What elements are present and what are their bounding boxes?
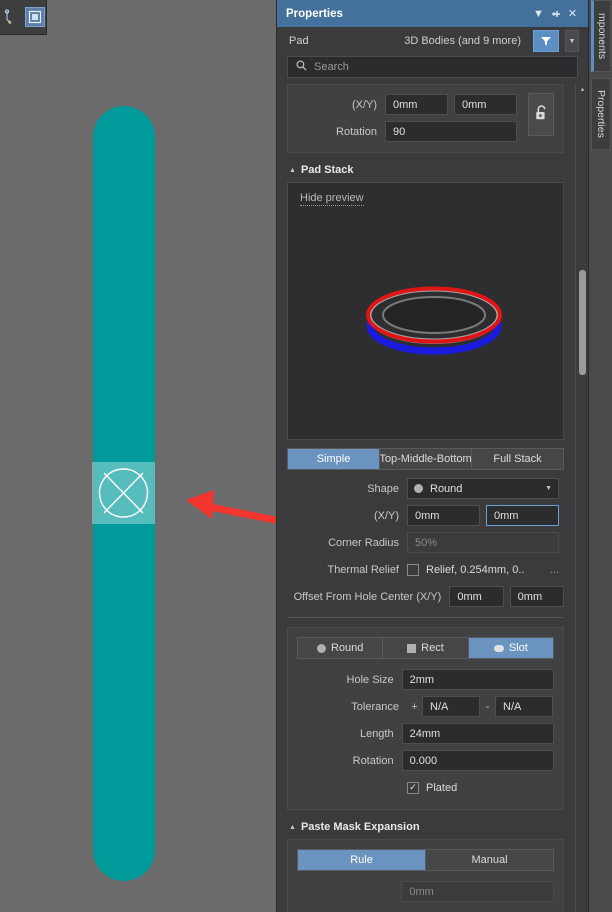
hole-length-label: Length [359,727,394,740]
location-y-input[interactable]: 0mm [454,94,517,115]
measure-icon[interactable] [2,7,22,27]
pcb-canvas[interactable] [0,0,276,912]
thermal-relief-value: Relief, 0.254mm, 0.. [426,563,525,576]
location-x-input[interactable]: 0mm [385,94,448,115]
panel-scrollbar[interactable]: ▲ [575,84,588,912]
filter-button[interactable] [533,30,559,52]
plated-label: Plated [426,781,458,794]
hole-shape-tabs: Round Rect Slot [297,637,554,659]
toolbar-fragment [0,0,47,35]
place-view-icon[interactable] [25,7,45,27]
scrollbar-thumb[interactable] [579,270,586,375]
pad-stack-section-header[interactable]: ▲ Pad Stack [277,161,574,182]
right-tab-strip: mponents Properties [588,0,612,912]
collapse-triangle-icon: ▲ [289,166,296,174]
tab-hole-rect[interactable]: Rect [383,638,469,658]
offset-y-input[interactable]: 0mm [509,586,565,607]
shape-label: Shape [367,482,399,495]
paste-mask-group: Rule Manual 0mm [287,839,564,912]
search-row [277,55,588,84]
tab-hole-rect-label: Rect [421,642,444,654]
paste-mask-section-header[interactable]: ▲ Paste Mask Expansion [277,818,574,839]
tolerance-label: Tolerance [351,700,399,713]
close-icon[interactable]: ✕ [564,5,581,22]
shape-select[interactable]: Round ▼ [407,478,559,499]
filter-summary-label: 3D Bodies (and 9 more) [404,35,521,47]
properties-panel: Properties ▼ ✕ Pad 3D Bodies (and 9 more… [276,0,588,912]
tolerance-minus-input[interactable]: N/A [495,696,553,717]
thermal-relief-label: Thermal Relief [327,563,399,576]
tab-hole-slot-label: Slot [508,642,528,654]
search-input[interactable] [314,61,569,73]
hole-size-input[interactable]: 2mm [401,669,554,690]
dropdown-icon[interactable]: ▼ [530,5,547,22]
slot-hole-icon [493,644,504,652]
rect-hole-icon [407,643,417,653]
tolerance-plus-sign: + [411,700,418,713]
tab-hole-round[interactable]: Round [298,638,384,658]
pin-icon[interactable] [547,5,564,22]
round-shape-icon [414,484,423,493]
round-hole-icon [316,643,326,653]
corner-radius-input: 50% [407,532,559,553]
vtab-components[interactable]: mponents [591,0,611,72]
panel-title: Properties [286,7,343,20]
object-type-label: Pad [289,35,309,47]
divider [287,617,564,618]
hide-preview-link[interactable]: Hide preview [300,192,364,206]
paste-mask-title: Paste Mask Expansion [300,821,420,833]
location-xy-label: (X/Y) [351,98,377,111]
corner-radius-label: Corner Radius [328,536,399,549]
pad-size-x-input[interactable]: 0mm [407,505,480,526]
paste-mask-value-input: 0mm [401,881,554,902]
pad-stack-preview[interactable]: Hide preview [287,182,564,440]
hole-rotation-label: Rotation [352,754,394,767]
search-box[interactable] [287,56,578,78]
pad-size-y-input[interactable]: 0mm [486,505,559,526]
pad-selection-highlight[interactable] [92,462,155,524]
panel-scroll-area: (X/Y) 0mm 0mm Rotation 90 ▲ Pad Stack Hi… [277,84,588,912]
tab-paste-manual[interactable]: Manual [426,850,553,870]
chevron-down-icon: ▼ [545,485,552,492]
tab-hole-round-label: Round [330,642,364,654]
offset-x-input[interactable]: 0mm [449,586,504,607]
tolerance-plus-input[interactable]: N/A [422,696,480,717]
tab-hole-slot[interactable]: Slot [468,638,553,658]
location-rotation-input[interactable]: 90 [385,121,517,142]
tolerance-minus-sign: - [485,700,490,713]
pad-3d-render [366,286,502,355]
hole-length-input[interactable]: 24mm [401,723,554,744]
thermal-relief-more-button[interactable]: ... [550,564,559,576]
pad-shape-fields: Shape Round ▼ (X/Y) 0mm 0mm Corner Radiu… [277,477,574,608]
offset-label: Offset From Hole Center (X/Y) [293,590,442,603]
tab-top-middle-bottom[interactable]: Top-Middle-Bottom [380,449,472,469]
hole-size-label: Hole Size [346,673,394,686]
scroll-up-arrow-icon[interactable]: ▲ [576,84,588,96]
plated-checkbox[interactable]: ✓ [407,781,419,794]
paste-mask-tabs: Rule Manual [297,849,554,871]
lock-aspect-toggle[interactable] [528,93,554,136]
pad-stack-title: Pad Stack [300,164,354,176]
tab-full-stack[interactable]: Full Stack [472,449,563,469]
unlock-icon [534,104,549,125]
shape-value: Round [430,482,463,495]
object-filter-row: Pad 3D Bodies (and 9 more) ▼ [277,27,588,55]
filter-dropdown-button[interactable]: ▼ [565,30,579,52]
collapse-triangle-icon-2: ▲ [289,823,296,831]
hole-rotation-input[interactable]: 0.000 [401,750,554,771]
tab-paste-rule[interactable]: Rule [298,850,426,870]
pad-size-label: (X/Y) [373,509,399,522]
vtab-properties[interactable]: Properties [591,78,611,150]
hole-group: Round Rect Slot Hole Size 2mm Tolerance … [287,627,564,810]
panel-titlebar: Properties ▼ ✕ [277,0,588,27]
thermal-relief-control[interactable]: Relief, 0.254mm, 0.. ... [407,559,559,580]
location-rotation-label: Rotation [336,125,377,138]
search-icon [296,60,307,74]
pad-stack-mode-tabs: Simple Top-Middle-Bottom Full Stack [287,448,564,470]
tab-simple[interactable]: Simple [288,449,380,469]
location-group: (X/Y) 0mm 0mm Rotation 90 [287,84,564,153]
thermal-relief-checkbox[interactable] [407,563,419,576]
